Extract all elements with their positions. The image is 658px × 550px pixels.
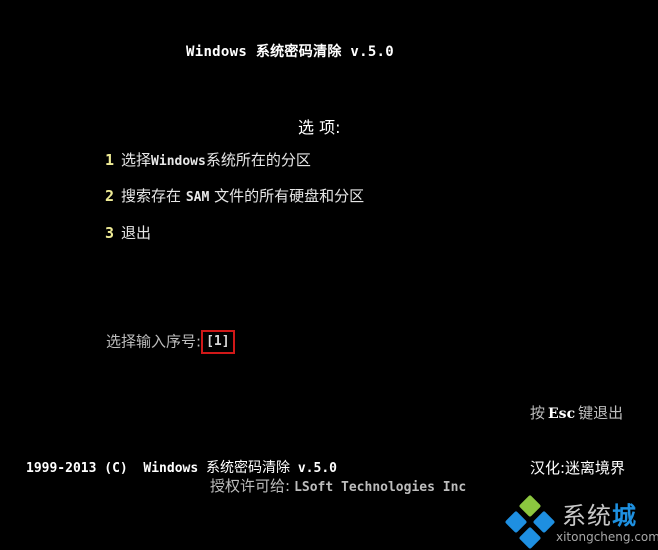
watermark-logo-icon — [505, 495, 555, 549]
option-label-post: 文件的所有硬盘和分区 — [209, 187, 365, 205]
menu-option-3[interactable]: 3 退出 — [105, 222, 151, 243]
copyright-line: 1999-2013 (C) Windows 系统密码清除 v.5.0 — [26, 457, 337, 477]
option-number: 1 — [105, 151, 115, 169]
option-label-pre: 退出 — [121, 224, 152, 242]
selection-input[interactable]: [1] — [201, 330, 235, 354]
esc-key: Esc — [548, 406, 576, 422]
prompt-label: 选择输入序号: — [106, 332, 202, 351]
license-label: 授权许可给: — [210, 477, 291, 495]
option-label-pre: 搜索存在 — [121, 187, 186, 205]
option-number: 2 — [105, 187, 115, 205]
copyright-product: 系统密码清除 — [206, 460, 291, 476]
logo-diamond-left — [505, 511, 527, 533]
option-label-mono: SAM — [185, 190, 210, 205]
app-title: Windows 系统密码清除 v.5.0 — [186, 44, 395, 60]
watermark-url: xitongcheng.com — [556, 530, 658, 544]
watermark: 系统城 xitongcheng.com — [502, 494, 658, 550]
option-number: 3 — [105, 224, 115, 242]
license-line: 授权许可给: LSoft Technologies Inc — [210, 475, 466, 496]
license-vendor: LSoft Technologies Inc — [294, 480, 467, 495]
menu-option-1[interactable]: 1 选择Windows系统所在的分区 — [105, 149, 311, 170]
options-heading: 选 项: — [298, 118, 341, 137]
esc-hint-post: 键退出 — [578, 404, 624, 422]
esc-hint: 按 Esc 键退出 — [530, 402, 623, 423]
logo-diamond-top — [519, 495, 541, 517]
option-label-post: 系统所在的分区 — [205, 151, 311, 169]
brand-pre: 系统 — [562, 502, 612, 530]
logo-diamond-right — [533, 511, 555, 533]
copyright-version: v.5.0 — [290, 461, 337, 476]
translator-credit: 汉化:迷离境界 — [530, 459, 626, 477]
copyright-text: 1999-2013 (C) Windows — [26, 461, 207, 476]
option-label-mono: Windows — [151, 154, 206, 169]
option-label-pre: 选择 — [121, 151, 152, 169]
selection-prompt: 选择输入序号: [1] — [106, 330, 235, 354]
brand-highlight: 城 — [612, 502, 637, 530]
menu-option-2[interactable]: 2 搜索存在 SAM 文件的所有硬盘和分区 — [105, 185, 364, 206]
esc-hint-pre: 按 — [530, 404, 546, 422]
logo-diamond-bottom — [519, 527, 541, 549]
watermark-brand: 系统城 — [562, 496, 637, 531]
